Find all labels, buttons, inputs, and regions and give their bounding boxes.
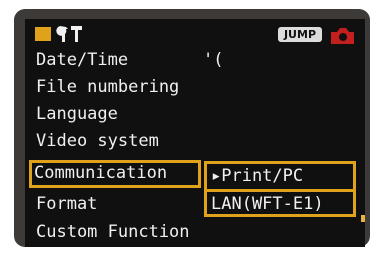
date-time-value: '( [203,50,224,70]
submenu-option-lan[interactable]: LAN(WFT-E1) [207,192,353,217]
menu-item-label: File numbering [36,77,180,97]
submenu-option-print-pc[interactable]: ▸Print/PC [207,164,353,189]
menu-item-date-time[interactable]: Date/Time [34,47,128,73]
menu-item-communication[interactable]: Communication [29,160,201,188]
menu-item-file-numbering[interactable]: File numbering [34,74,179,100]
menu-item-video-system[interactable]: Video system [34,128,159,154]
submenu-option-label: ▸Print/PC [211,166,304,186]
menu-item-custom-function[interactable]: Custom Function [34,219,206,245]
tab-indicator[interactable] [35,27,51,41]
menu-item-label: Format [36,194,98,214]
camera-lcd-screen: JUMP Date/Time File numbering Language V… [25,19,365,247]
menu-item-label: Video system [36,131,159,151]
menu-item-format[interactable]: Format [34,191,97,217]
menu-tab-bar: JUMP [25,19,365,46]
menu-item-label: Date/Time [36,50,129,70]
submenu-option-label: LAN(WFT-E1) [211,194,324,214]
scrollbar-thumb[interactable] [361,215,365,222]
jump-button[interactable]: JUMP [278,27,322,42]
wrench-hammer-icon[interactable] [55,22,85,44]
camera-icon[interactable] [329,26,356,45]
menu-item-label: Custom Function [36,222,190,242]
menu-item-label: Language [36,104,118,124]
communication-submenu: ▸Print/PC LAN(WFT-E1) [204,161,356,217]
menu-item-language[interactable]: Language [34,101,118,127]
menu-item-label: Communication [34,163,168,183]
